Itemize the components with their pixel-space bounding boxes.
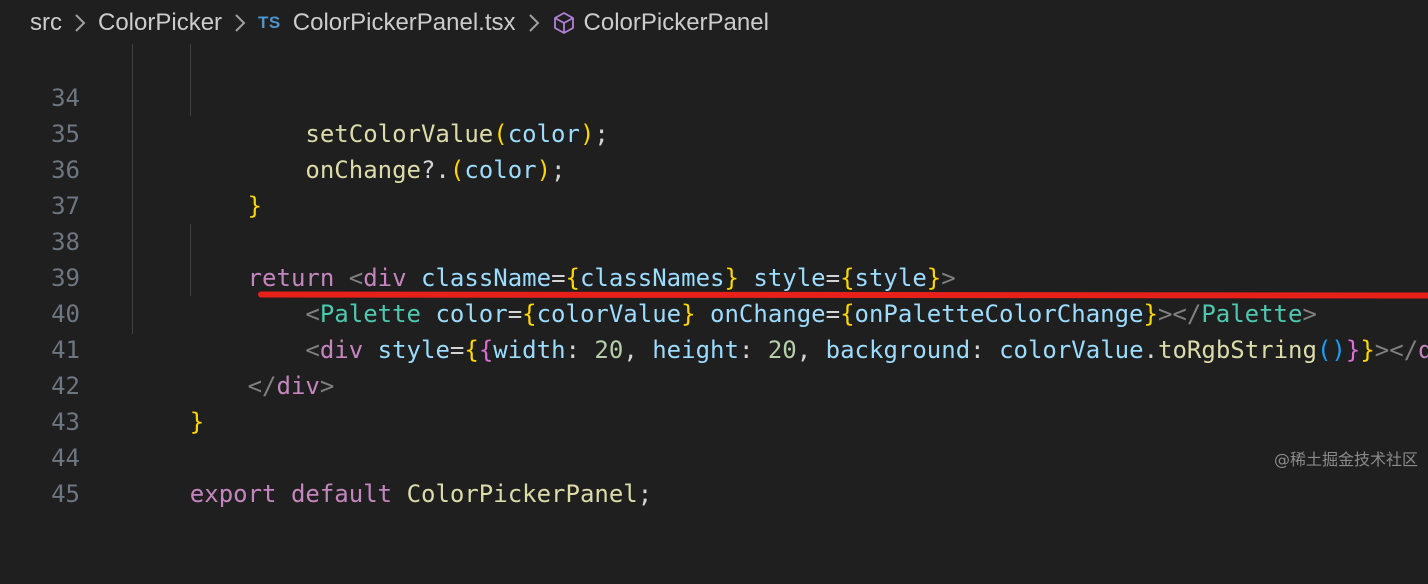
line-number: 45: [51, 480, 80, 508]
code-line: 36 }: [0, 116, 1428, 220]
code-line: 45: [0, 440, 1428, 508]
code-line-highlighted: 40 <div style={{width: 20, height: 20, b…: [0, 260, 1428, 364]
code-line: 38 return <div className={classNames} st…: [0, 188, 1428, 292]
code-editor[interactable]: 34 setColorValue(color); 35 onChange?.(c…: [0, 44, 1428, 508]
code-line: 39 <Palette color={colorValue} onChange=…: [0, 224, 1428, 328]
symbol-class-icon: [552, 11, 576, 35]
code-line: 35 onChange?.(color);: [0, 80, 1428, 184]
code-line: 34 setColorValue(color);: [0, 44, 1428, 148]
red-underline-annotation: [257, 291, 1428, 299]
chevron-right-icon: [528, 13, 540, 33]
code-text: export default ColorPickerPanel;: [189, 480, 653, 508]
typescript-file-icon: TS: [258, 13, 281, 32]
breadcrumb: src ColorPicker TS ColorPickerPanel.tsx …: [0, 0, 1428, 46]
code-line: 42 }: [0, 332, 1428, 436]
breadcrumb-item-src[interactable]: src: [30, 9, 62, 37]
chevron-right-icon: [234, 13, 246, 33]
chevron-right-icon: [74, 13, 86, 33]
breadcrumb-item-file[interactable]: ColorPickerPanel.tsx: [293, 9, 516, 37]
code-line: 44 export default ColorPickerPanel;: [0, 404, 1428, 508]
code-line: 43: [0, 368, 1428, 436]
code-line: 41 </div>: [0, 296, 1428, 400]
breadcrumb-item-colorpicker[interactable]: ColorPicker: [98, 9, 222, 37]
breadcrumb-item-symbol[interactable]: ColorPickerPanel: [584, 9, 769, 37]
watermark: @稀土掘金技术社区: [1273, 450, 1418, 469]
code-line: 37: [0, 152, 1428, 220]
